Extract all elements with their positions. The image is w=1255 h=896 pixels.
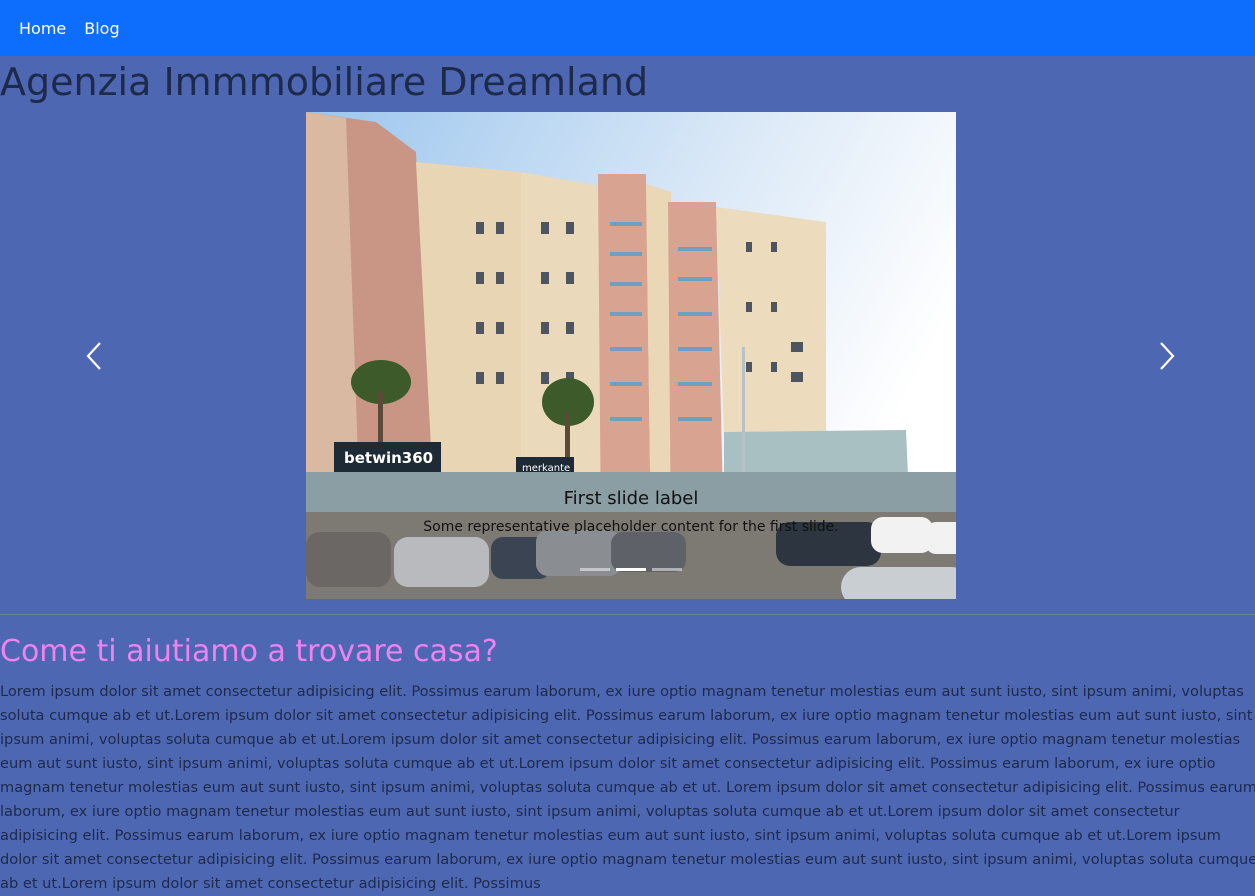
sign-betwin: betwin360 [344, 449, 433, 467]
carousel-indicators [306, 568, 956, 571]
caption-title: First slide label [563, 488, 699, 509]
section-title: Come ti aiutiamo a trovare casa? [0, 634, 498, 669]
carousel: betwin360 merkante First slide label Som… [0, 112, 1255, 599]
caption-text: Some representative placeholder content … [423, 519, 839, 535]
page-title: Agenzia Immmobiliare Dreamland [0, 60, 649, 104]
navbar: Home Blog [0, 0, 1255, 56]
carousel-indicator-3[interactable] [652, 568, 682, 571]
nav-link-blog[interactable]: Blog [84, 19, 119, 38]
carousel-next-button[interactable] [1147, 336, 1187, 376]
chevron-left-icon [86, 342, 101, 370]
carousel-prev-button[interactable] [74, 336, 114, 376]
nav-link-home[interactable]: Home [19, 19, 66, 38]
chevron-right-icon [1160, 342, 1175, 370]
carousel-caption: First slide label Some representative pl… [306, 488, 956, 535]
carousel-indicator-1[interactable] [580, 568, 610, 571]
carousel-indicator-2[interactable] [616, 568, 646, 571]
section-body: Lorem ipsum dolor sit amet consectetur a… [0, 683, 1255, 892]
divider [0, 614, 1255, 615]
